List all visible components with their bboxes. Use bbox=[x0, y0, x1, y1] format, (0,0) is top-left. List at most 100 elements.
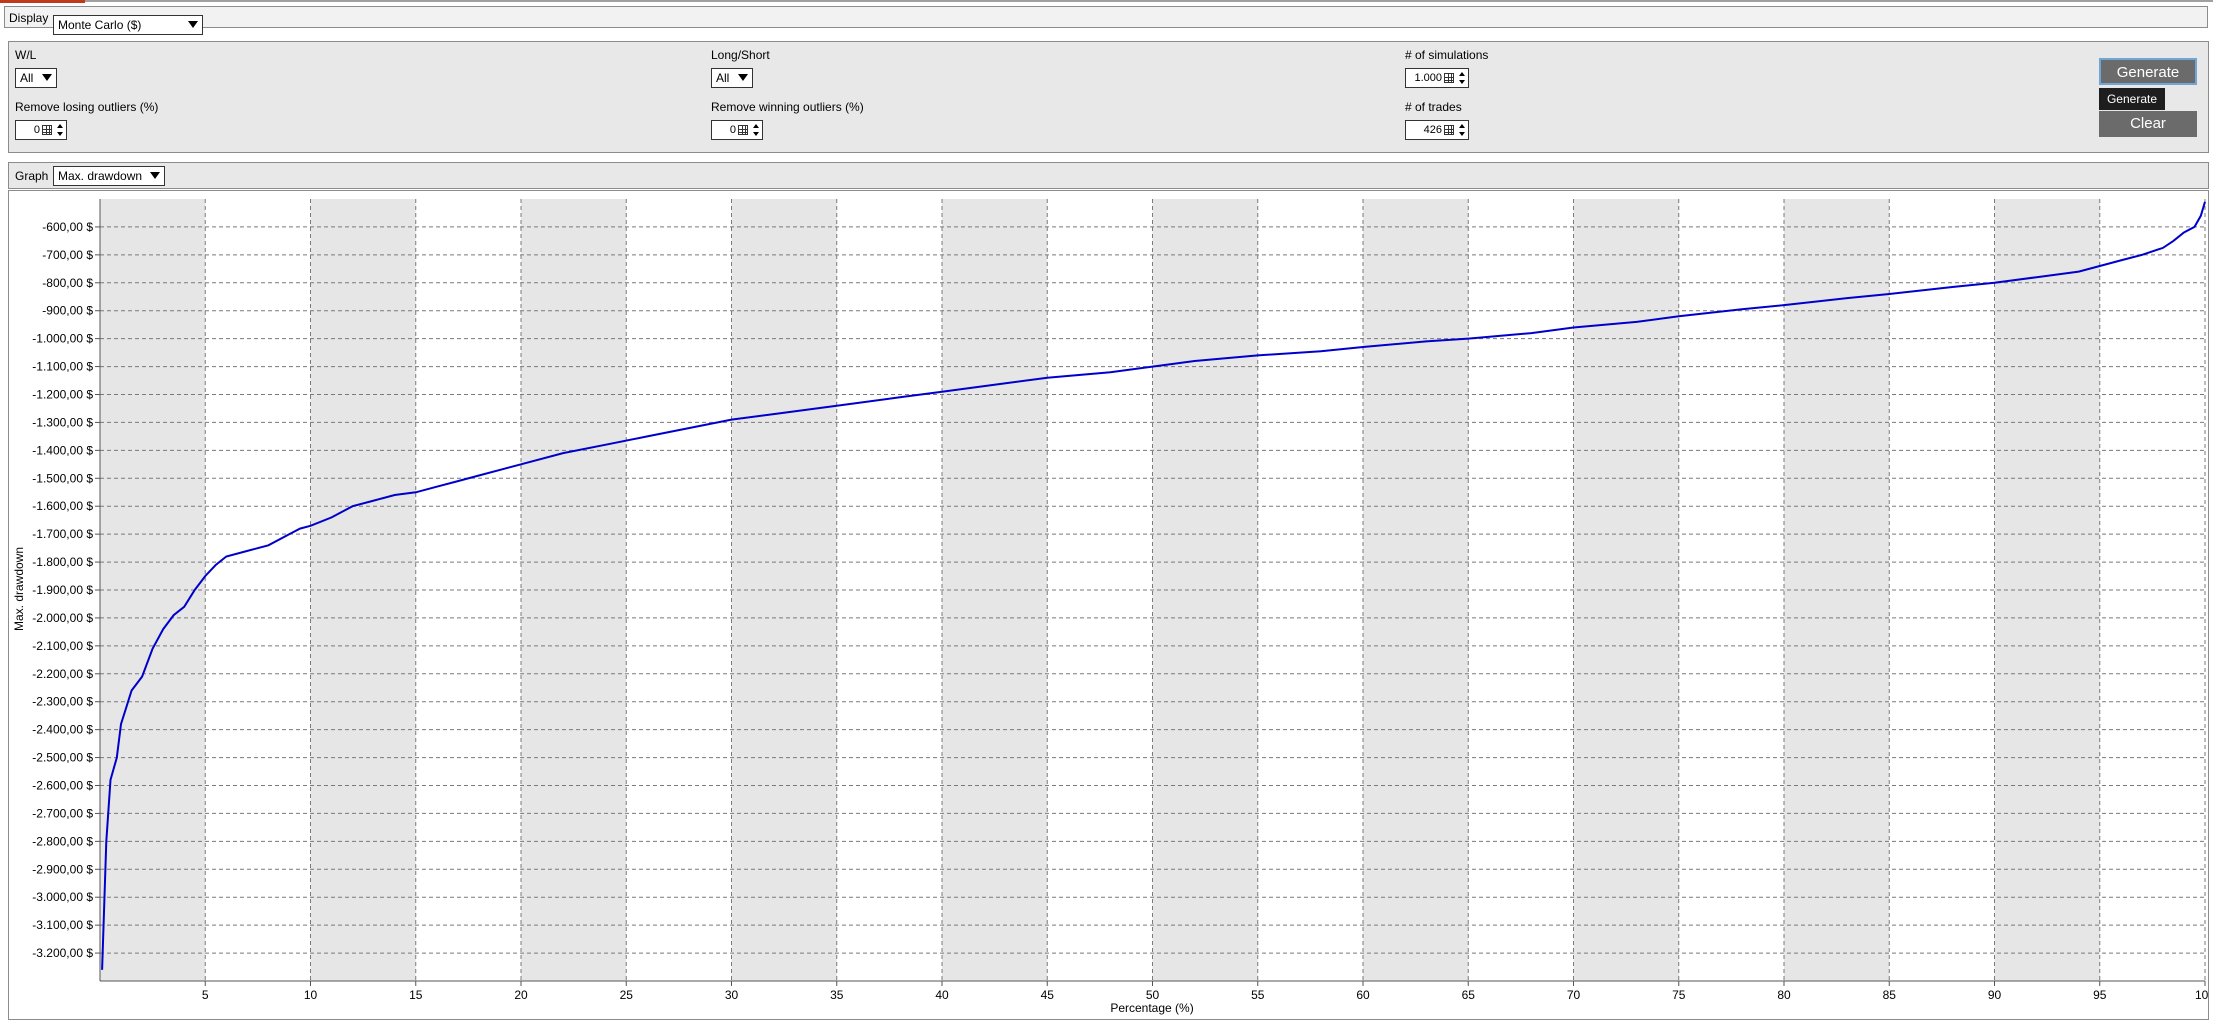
trades-label: # of trades bbox=[1405, 100, 1462, 114]
y-tick-label: -2.100,00 $ bbox=[32, 639, 93, 653]
display-select-value: Monte Carlo ($) bbox=[58, 18, 142, 32]
trades-stepper[interactable]: 426 bbox=[1405, 120, 1469, 140]
x-tick-label: 65 bbox=[1462, 988, 1476, 1002]
y-tick-label: -3.000,00 $ bbox=[32, 890, 93, 904]
x-tick-label: 40 bbox=[935, 988, 949, 1002]
trades-value: 426 bbox=[1423, 124, 1442, 136]
x-tick-label: 20 bbox=[514, 988, 528, 1002]
y-tick-label: -3.200,00 $ bbox=[32, 946, 93, 960]
remove-losing-label: Remove losing outliers (%) bbox=[15, 100, 159, 114]
generate-tooltip: Generate bbox=[2099, 88, 2165, 110]
generate-button[interactable]: Generate bbox=[2099, 58, 2197, 85]
x-tick-label: 35 bbox=[830, 988, 844, 1002]
spin-up-icon[interactable] bbox=[57, 124, 63, 128]
settings-panel bbox=[8, 41, 2209, 153]
y-tick-label: -2.600,00 $ bbox=[32, 779, 93, 793]
calculator-icon[interactable] bbox=[1444, 125, 1454, 135]
x-tick-label: 60 bbox=[1356, 988, 1370, 1002]
chart-bands bbox=[100, 199, 2100, 981]
x-tick-label: 30 bbox=[725, 988, 739, 1002]
graph-select[interactable]: Max. drawdown bbox=[53, 166, 165, 186]
x-tick-label: 15 bbox=[409, 988, 423, 1002]
y-tick-label: -600,00 $ bbox=[42, 220, 93, 234]
graph-select-value: Max. drawdown bbox=[58, 169, 143, 183]
x-tick-label: 10 bbox=[304, 988, 318, 1002]
calculator-icon[interactable] bbox=[1444, 73, 1454, 83]
window-top-border bbox=[0, 0, 2213, 2]
x-axis-label: Percentage (%) bbox=[1110, 1001, 1193, 1015]
y-tick-label: -2.300,00 $ bbox=[32, 695, 93, 709]
drawdown-chart: -3.200,00 $ -3.100,00 $ -3.000,00 $ -2.900,… bbox=[12, 199, 2208, 1015]
y-tick-label: -1.100,00 $ bbox=[32, 360, 93, 374]
chevron-down-icon bbox=[188, 21, 198, 28]
x-tick-label: 5 bbox=[202, 988, 209, 1002]
wl-select[interactable]: All bbox=[15, 68, 57, 88]
y-tick-label: -2.000,00 $ bbox=[32, 611, 93, 625]
y-tick-label: -2.500,00 $ bbox=[32, 751, 93, 765]
y-tick-label: -1.000,00 $ bbox=[32, 332, 93, 346]
display-select[interactable]: Monte Carlo ($) bbox=[53, 15, 203, 35]
spin-down-icon[interactable] bbox=[1459, 80, 1465, 84]
x-tick-label: 90 bbox=[1988, 988, 2002, 1002]
graph-bar bbox=[8, 162, 2209, 189]
y-tick-label: -1.200,00 $ bbox=[32, 388, 93, 402]
y-tick-label: -800,00 $ bbox=[42, 276, 93, 290]
spin-up-icon[interactable] bbox=[1459, 72, 1465, 76]
y-tick-label: -2.700,00 $ bbox=[32, 806, 93, 820]
chart-panel: -3.200,00 $ -3.100,00 $ -3.000,00 $ -2.900,… bbox=[8, 190, 2209, 1020]
x-tick-label: 25 bbox=[620, 988, 634, 1002]
remove-losing-value: 0 bbox=[33, 124, 40, 136]
y-tick-label: -2.800,00 $ bbox=[32, 834, 93, 848]
active-tab-indicator bbox=[0, 0, 85, 3]
y-tick-label: -2.900,00 $ bbox=[32, 862, 93, 876]
simulations-value: 1.000 bbox=[1414, 72, 1442, 84]
y-tick-label: -700,00 $ bbox=[42, 248, 93, 262]
wl-select-value: All bbox=[20, 71, 34, 85]
spin-down-icon[interactable] bbox=[1459, 132, 1465, 136]
y-tick-label: -2.200,00 $ bbox=[32, 667, 93, 681]
x-tick-label: 55 bbox=[1251, 988, 1265, 1002]
y-tick-label: -1.700,00 $ bbox=[32, 527, 93, 541]
remove-losing-stepper[interactable]: 0 bbox=[15, 120, 67, 140]
calculator-icon[interactable] bbox=[42, 125, 52, 135]
spin-down-icon[interactable] bbox=[753, 132, 759, 136]
spin-up-icon[interactable] bbox=[1459, 124, 1465, 128]
long-short-label: Long/Short bbox=[711, 48, 770, 62]
x-tick-label: 70 bbox=[1567, 988, 1581, 1002]
y-tick-labels: -3.200,00 $ -3.100,00 $ -3.000,00 $ -2.900,… bbox=[32, 220, 100, 960]
y-tick-label: -1.300,00 $ bbox=[32, 415, 93, 429]
x-tick-label: 45 bbox=[1041, 988, 1055, 1002]
y-tick-label: -1.400,00 $ bbox=[32, 443, 93, 457]
chevron-down-icon bbox=[42, 74, 52, 81]
wl-label: W/L bbox=[15, 48, 37, 62]
clear-button[interactable]: Clear bbox=[2099, 111, 2197, 137]
x-tick-label: 100 bbox=[2195, 988, 2208, 1002]
y-tick-label: -1.600,00 $ bbox=[32, 499, 93, 513]
chevron-down-icon bbox=[738, 74, 748, 81]
simulations-label: # of simulations bbox=[1405, 48, 1489, 62]
long-short-select-value: All bbox=[716, 71, 730, 85]
remove-winning-label: Remove winning outliers (%) bbox=[711, 100, 864, 114]
y-tick-label: -3.100,00 $ bbox=[32, 918, 93, 932]
x-tick-label: 50 bbox=[1146, 988, 1160, 1002]
y-tick-label: -900,00 $ bbox=[42, 304, 93, 318]
long-short-select[interactable]: All bbox=[711, 68, 753, 88]
y-tick-label: -2.400,00 $ bbox=[32, 723, 93, 737]
y-tick-label: -1.500,00 $ bbox=[32, 471, 93, 485]
x-tick-labels: 5 10 15 20 25 30 35 40 45 50 55 60 65 70 75 80 85 90 95 100 bbox=[202, 981, 2208, 1002]
display-label: Display bbox=[9, 11, 49, 25]
y-axis-label: Max. drawdown bbox=[12, 547, 26, 631]
remove-winning-stepper[interactable]: 0 bbox=[711, 120, 763, 140]
calculator-icon[interactable] bbox=[738, 125, 748, 135]
spin-up-icon[interactable] bbox=[753, 124, 759, 128]
y-tick-label: -1.800,00 $ bbox=[32, 555, 93, 569]
x-tick-label: 80 bbox=[1777, 988, 1791, 1002]
remove-winning-value: 0 bbox=[729, 124, 736, 136]
graph-label: Graph bbox=[15, 169, 49, 183]
spin-down-icon[interactable] bbox=[57, 132, 63, 136]
x-tick-label: 95 bbox=[2093, 988, 2107, 1002]
chevron-down-icon bbox=[150, 172, 160, 179]
y-tick-label: -1.900,00 $ bbox=[32, 583, 93, 597]
x-tick-label: 75 bbox=[1672, 988, 1686, 1002]
simulations-stepper[interactable]: 1.000 bbox=[1405, 68, 1469, 88]
